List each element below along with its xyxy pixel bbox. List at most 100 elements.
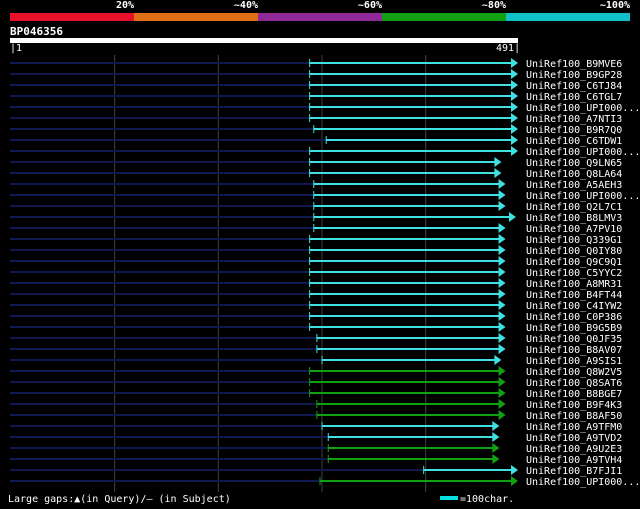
hit-row[interactable]: UniRef100_Q339G1 bbox=[10, 234, 622, 246]
hit-row[interactable]: UniRef100_B9R7Q0 bbox=[10, 124, 622, 136]
query-scale-end: 491| bbox=[496, 43, 521, 54]
hit-row[interactable]: UniRef100_A7NTI3 bbox=[10, 113, 622, 125]
hit-row[interactable]: UniRef100_B9GP28 bbox=[10, 69, 622, 81]
hit-row[interactable]: UniRef100_C0P386 bbox=[10, 311, 622, 323]
hit-end-arrow bbox=[498, 322, 506, 332]
hit-label[interactable]: UniRef100_Q0IY80 bbox=[526, 246, 622, 257]
hit-row[interactable]: UniRef100_A9TVD2 bbox=[10, 432, 622, 444]
hit-label[interactable]: UniRef100_A5AEH3 bbox=[526, 180, 622, 191]
hit-row[interactable]: UniRef100_C4IYW2 bbox=[10, 300, 622, 312]
legend-segment-60 bbox=[258, 13, 382, 21]
hit-label[interactable]: UniRef100_Q8W2V5 bbox=[526, 367, 622, 378]
hit-end-arrow bbox=[498, 179, 506, 189]
hit-row[interactable]: UniRef100_C6TJ84 bbox=[10, 80, 622, 92]
hit-row[interactable]: UniRef100_C6TDW1 bbox=[10, 135, 622, 147]
hit-row[interactable]: UniRef100_UPI000... bbox=[10, 476, 640, 488]
hit-label[interactable]: UniRef100_C5YYC2 bbox=[526, 268, 622, 279]
hit-label[interactable]: UniRef100_B7FJI1 bbox=[526, 466, 622, 477]
legend-label-20: 20% bbox=[115, 0, 134, 11]
hit-label[interactable]: UniRef100_B9MVE6 bbox=[526, 59, 622, 70]
hit-label[interactable]: UniRef100_UPI000... bbox=[526, 191, 640, 202]
hit-label[interactable]: UniRef100_A9TVD2 bbox=[526, 433, 622, 444]
hit-label[interactable]: UniRef100_B4FT44 bbox=[526, 290, 622, 301]
legend-label-60: ~60% bbox=[357, 0, 382, 11]
hit-row[interactable]: UniRef100_A7PV10 bbox=[10, 223, 622, 235]
hit-end-arrow bbox=[498, 223, 506, 233]
hit-label[interactable]: UniRef100_Q339G1 bbox=[526, 235, 622, 246]
hit-end-arrow bbox=[498, 300, 506, 310]
hit-row[interactable]: UniRef100_Q0JF35 bbox=[10, 333, 622, 345]
hit-row[interactable]: UniRef100_A9TVH4 bbox=[10, 454, 622, 466]
identity-legend-labels: 20% ~40% ~60% ~80% ~100% bbox=[10, 0, 630, 13]
hit-row[interactable]: UniRef100_A8MR31 bbox=[10, 278, 622, 290]
legend-label-40: ~40% bbox=[233, 0, 258, 11]
hit-row[interactable]: UniRef100_B8LMV3 bbox=[10, 212, 622, 224]
hit-row[interactable]: UniRef100_A9U2E3 bbox=[10, 443, 622, 455]
hit-row[interactable]: UniRef100_B8AV07 bbox=[10, 344, 622, 356]
hit-end-arrow bbox=[498, 201, 506, 211]
hit-label[interactable]: UniRef100_Q2L7C1 bbox=[526, 202, 622, 213]
hit-label[interactable]: UniRef100_Q9C9Q1 bbox=[526, 257, 622, 268]
hit-row[interactable]: UniRef100_B8AF50 bbox=[10, 410, 622, 422]
hit-label[interactable]: UniRef100_Q8LA64 bbox=[526, 169, 622, 180]
hit-row[interactable]: UniRef100_A5AEH3 bbox=[10, 179, 622, 191]
hit-label[interactable]: UniRef100_B9F4K3 bbox=[526, 400, 622, 411]
hit-label[interactable]: UniRef100_C0P386 bbox=[526, 312, 622, 323]
query-end: 491 bbox=[496, 43, 515, 54]
hit-end-arrow bbox=[492, 443, 500, 453]
hit-label[interactable]: UniRef100_B8BGE7 bbox=[526, 389, 622, 400]
hit-row[interactable]: UniRef100_UPI000... bbox=[10, 146, 640, 158]
hit-end-arrow bbox=[494, 157, 502, 167]
hit-row[interactable]: UniRef100_C6TGL7 bbox=[10, 91, 622, 103]
hit-label[interactable]: UniRef100_C6TDW1 bbox=[526, 136, 622, 147]
hit-label[interactable]: UniRef100_A7PV10 bbox=[526, 224, 622, 235]
hit-end-arrow bbox=[498, 190, 506, 200]
hit-row[interactable]: UniRef100_C5YYC2 bbox=[10, 267, 622, 279]
hit-row[interactable]: UniRef100_B7FJI1 bbox=[10, 465, 622, 477]
large-gaps-legend: Large gaps:▲(in Query)/– (in Subject) bbox=[8, 494, 231, 505]
hit-label[interactable]: UniRef100_A7NTI3 bbox=[526, 114, 622, 125]
hit-row[interactable]: UniRef100_B9MVE6 bbox=[10, 58, 622, 70]
hit-label[interactable]: UniRef100_UPI000... bbox=[526, 103, 640, 114]
hit-label[interactable]: UniRef100_UPI000... bbox=[526, 477, 640, 488]
hit-label[interactable]: UniRef100_Q8SAT6 bbox=[526, 378, 622, 389]
hit-label[interactable]: UniRef100_Q0JF35 bbox=[526, 334, 622, 345]
hit-label[interactable]: UniRef100_B9R7Q0 bbox=[526, 125, 622, 136]
query-bar bbox=[10, 38, 518, 43]
hit-row[interactable]: UniRef100_A9TFM0 bbox=[10, 421, 622, 433]
hit-row[interactable]: UniRef100_B8BGE7 bbox=[10, 388, 622, 400]
hit-label[interactable]: UniRef100_C4IYW2 bbox=[526, 301, 622, 312]
hit-row[interactable]: UniRef100_B9F4K3 bbox=[10, 399, 622, 411]
legend-segment-40 bbox=[134, 13, 258, 21]
hit-row[interactable]: UniRef100_Q8SAT6 bbox=[10, 377, 622, 389]
hit-end-arrow bbox=[511, 124, 518, 134]
hit-row[interactable]: UniRef100_UPI000... bbox=[10, 190, 640, 202]
hit-end-arrow bbox=[498, 388, 506, 398]
hit-row[interactable]: UniRef100_A9SIS1 bbox=[10, 355, 622, 367]
hit-label[interactable]: UniRef100_B8AF50 bbox=[526, 411, 622, 422]
hit-label[interactable]: UniRef100_A9TFM0 bbox=[526, 422, 622, 433]
hit-row[interactable]: UniRef100_Q9C9Q1 bbox=[10, 256, 622, 268]
hit-label[interactable]: UniRef100_A9SIS1 bbox=[526, 356, 622, 367]
hit-label[interactable]: UniRef100_C6TGL7 bbox=[526, 92, 622, 103]
hit-label[interactable]: UniRef100_B8LMV3 bbox=[526, 213, 622, 224]
hit-label[interactable]: UniRef100_A9U2E3 bbox=[526, 444, 622, 455]
hit-label[interactable]: UniRef100_Q9LN65 bbox=[526, 158, 622, 169]
hit-row[interactable]: UniRef100_Q8LA64 bbox=[10, 168, 622, 180]
hit-row[interactable]: UniRef100_UPI000... bbox=[10, 102, 640, 114]
hit-row[interactable]: UniRef100_Q9LN65 bbox=[10, 157, 622, 169]
hit-label[interactable]: UniRef100_A9TVH4 bbox=[526, 455, 622, 466]
hit-end-arrow bbox=[498, 333, 506, 343]
hit-row[interactable]: UniRef100_Q2L7C1 bbox=[10, 201, 622, 213]
hit-row[interactable]: UniRef100_B9G5B9 bbox=[10, 322, 622, 334]
hit-label[interactable]: UniRef100_B8AV07 bbox=[526, 345, 622, 356]
hit-label[interactable]: UniRef100_B9G5B9 bbox=[526, 323, 622, 334]
hit-row[interactable]: UniRef100_B4FT44 bbox=[10, 289, 622, 301]
hit-row[interactable]: UniRef100_Q0IY80 bbox=[10, 245, 622, 257]
hit-label[interactable]: UniRef100_A8MR31 bbox=[526, 279, 622, 290]
hit-label[interactable]: UniRef100_UPI000... bbox=[526, 147, 640, 158]
hit-end-arrow bbox=[511, 476, 518, 486]
hit-label[interactable]: UniRef100_C6TJ84 bbox=[526, 81, 622, 92]
hit-row[interactable]: UniRef100_Q8W2V5 bbox=[10, 366, 622, 378]
hit-label[interactable]: UniRef100_B9GP28 bbox=[526, 70, 622, 81]
